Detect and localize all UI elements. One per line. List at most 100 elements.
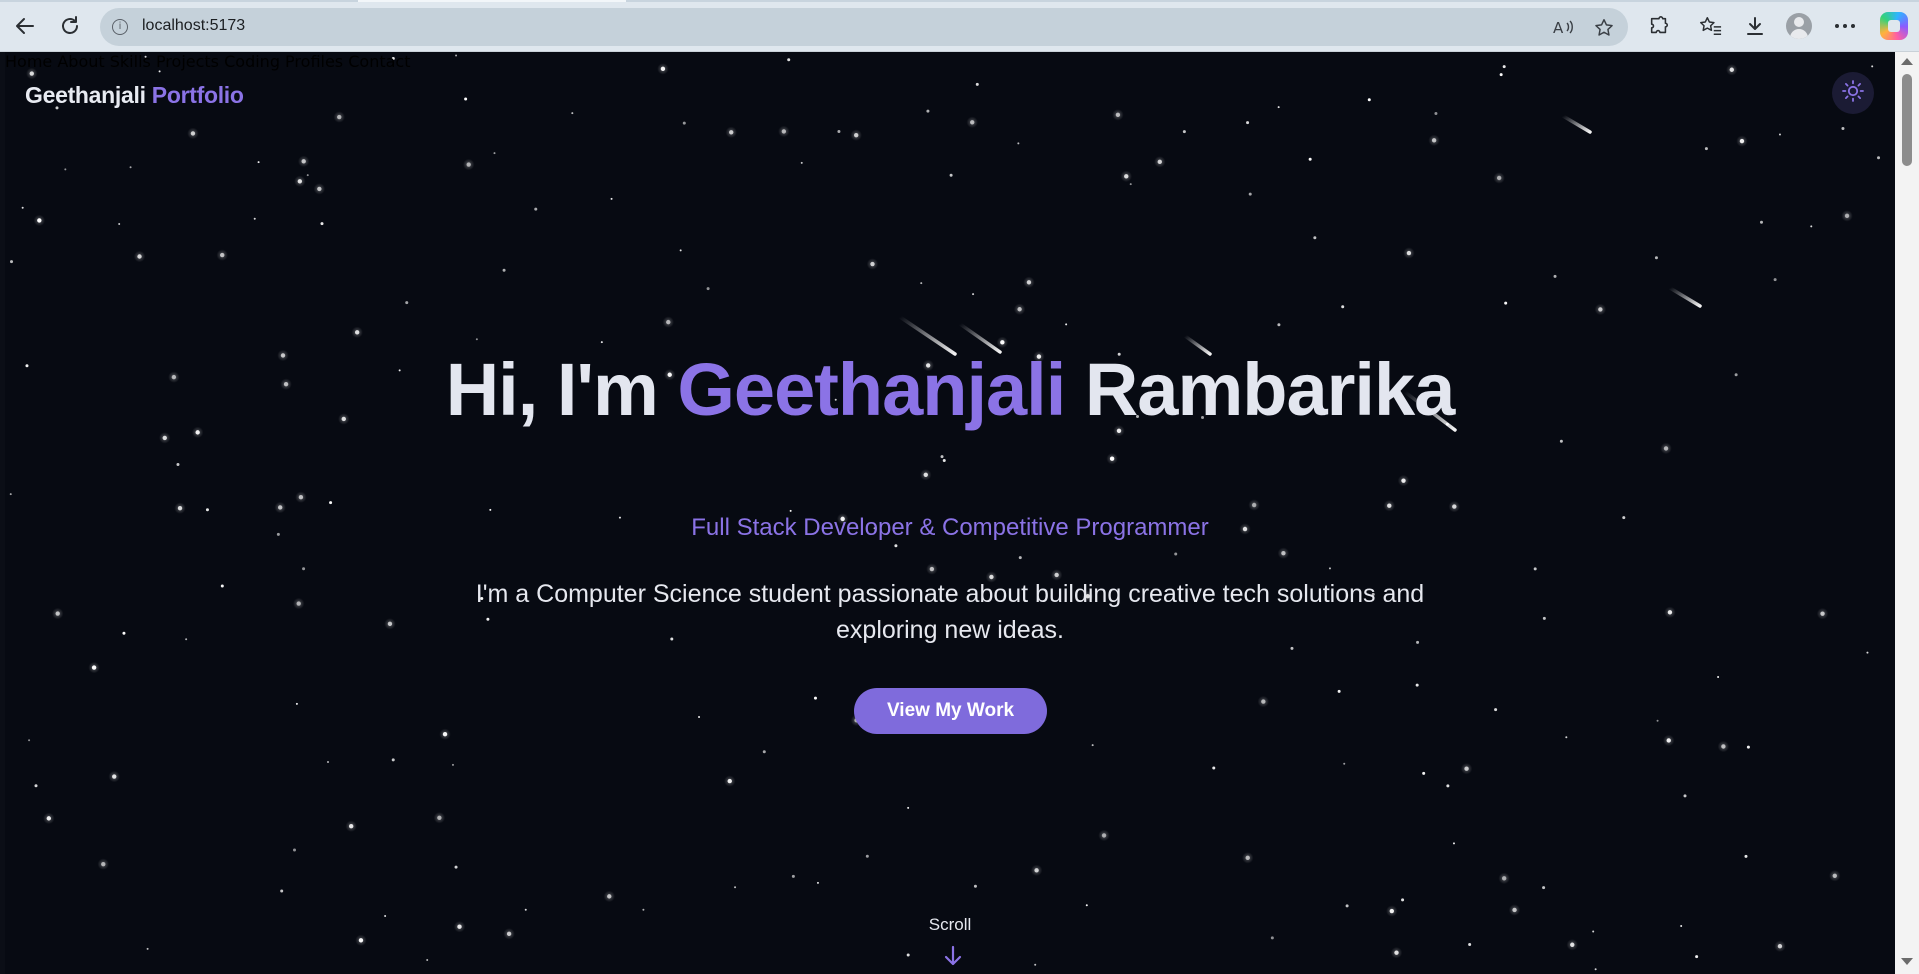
- star: [91, 665, 97, 670]
- star: [920, 282, 923, 285]
- star: [1345, 904, 1349, 908]
- star: [1034, 868, 1039, 873]
- star: [354, 330, 360, 335]
- star: [46, 816, 52, 821]
- star: [177, 505, 183, 511]
- star: [146, 947, 149, 950]
- star: [940, 455, 944, 459]
- star: [475, 338, 478, 341]
- star: [1387, 503, 1392, 508]
- star: [426, 959, 429, 962]
- theme-toggle-button[interactable]: [1832, 72, 1874, 114]
- nav-link-home[interactable]: Home: [5, 52, 52, 71]
- star: [34, 784, 38, 788]
- star: [301, 159, 306, 164]
- star: [1261, 699, 1266, 704]
- star: [437, 815, 442, 820]
- nav-link-coding-profiles[interactable]: Coding Profiles: [224, 52, 343, 71]
- star: [813, 696, 817, 700]
- url-text[interactable]: localhost:5173: [142, 17, 245, 35]
- svg-text:A: A: [1553, 19, 1564, 37]
- star: [1328, 567, 1331, 570]
- main-nav: Home About Skills Projects Coding Profil…: [5, 52, 1895, 71]
- more-icon[interactable]: [1832, 13, 1858, 39]
- site-logo[interactable]: Geethanjali Portfolio: [25, 82, 244, 109]
- nav-link-contact[interactable]: Contact: [348, 52, 410, 71]
- page-scrollbar[interactable]: [1895, 52, 1919, 974]
- star: [64, 168, 67, 171]
- star: [1017, 142, 1020, 145]
- star: [348, 824, 354, 829]
- sun-icon: [1841, 79, 1865, 107]
- star: [1452, 842, 1455, 845]
- info-icon[interactable]: i: [112, 19, 128, 35]
- star: [600, 341, 603, 344]
- view-my-work-button[interactable]: View My Work: [854, 688, 1047, 734]
- star: [1654, 256, 1658, 260]
- star: [789, 509, 792, 512]
- nav-link-about[interactable]: About: [57, 52, 104, 71]
- star: [666, 319, 671, 325]
- avatar[interactable]: [1786, 13, 1812, 39]
- star: [1452, 504, 1457, 509]
- star: [295, 702, 298, 705]
- star: [1337, 689, 1341, 693]
- copilot-icon[interactable]: [1880, 12, 1908, 40]
- star: [176, 462, 180, 466]
- star: [1496, 175, 1502, 181]
- star: [1406, 250, 1412, 256]
- star: [1667, 610, 1673, 615]
- favorites-icon[interactable]: [1698, 13, 1724, 39]
- star: [1446, 784, 1450, 788]
- star: [118, 223, 121, 226]
- star: [1512, 907, 1517, 913]
- star: [762, 750, 766, 754]
- read-aloud-icon[interactable]: A: [1553, 17, 1575, 39]
- star: [865, 854, 869, 858]
- star: [1270, 936, 1274, 940]
- star: [1157, 159, 1162, 165]
- address-bar[interactable]: i localhost:5173 A: [100, 8, 1628, 46]
- hero-subtitle: Full Stack Developer & Competitive Progr…: [691, 514, 1209, 541]
- star: [37, 218, 42, 223]
- star: [800, 161, 803, 164]
- star: [894, 544, 898, 548]
- star: [1468, 942, 1472, 946]
- star: [1759, 220, 1763, 224]
- star: [1866, 651, 1869, 654]
- download-icon[interactable]: [1742, 13, 1768, 39]
- hero-last-name: Rambarika: [1084, 348, 1455, 431]
- star-icon[interactable]: [1593, 17, 1615, 39]
- star: [1101, 833, 1107, 838]
- star: [1565, 736, 1568, 739]
- star: [277, 505, 283, 510]
- back-arrow-icon[interactable]: [12, 13, 38, 39]
- puzzle-icon[interactable]: [1646, 13, 1672, 39]
- star: [1248, 192, 1252, 196]
- brand-accent: Portfolio: [151, 82, 244, 108]
- star: [1820, 611, 1825, 616]
- scrollbar-thumb[interactable]: [1902, 74, 1912, 166]
- star: [1389, 908, 1395, 914]
- star: [1594, 968, 1597, 971]
- scroll-label[interactable]: Scroll: [5, 915, 1895, 935]
- nav-link-skills[interactable]: Skills: [110, 52, 151, 71]
- star: [1308, 157, 1312, 161]
- star: [1000, 340, 1005, 345]
- star: [907, 806, 910, 809]
- scroll-up-icon[interactable]: [1901, 58, 1913, 65]
- reload-icon[interactable]: [57, 13, 83, 39]
- star: [870, 261, 875, 267]
- star: [329, 501, 333, 505]
- star: [698, 716, 701, 719]
- star: [1773, 278, 1777, 282]
- nav-link-projects[interactable]: Projects: [156, 52, 219, 71]
- scroll-down-icon[interactable]: [1901, 958, 1913, 965]
- arrow-down-icon[interactable]: [942, 944, 964, 968]
- star: [302, 567, 306, 571]
- star: [1281, 550, 1286, 556]
- star: [607, 894, 612, 899]
- star: [502, 268, 506, 272]
- star: [137, 254, 142, 259]
- star: [534, 207, 538, 211]
